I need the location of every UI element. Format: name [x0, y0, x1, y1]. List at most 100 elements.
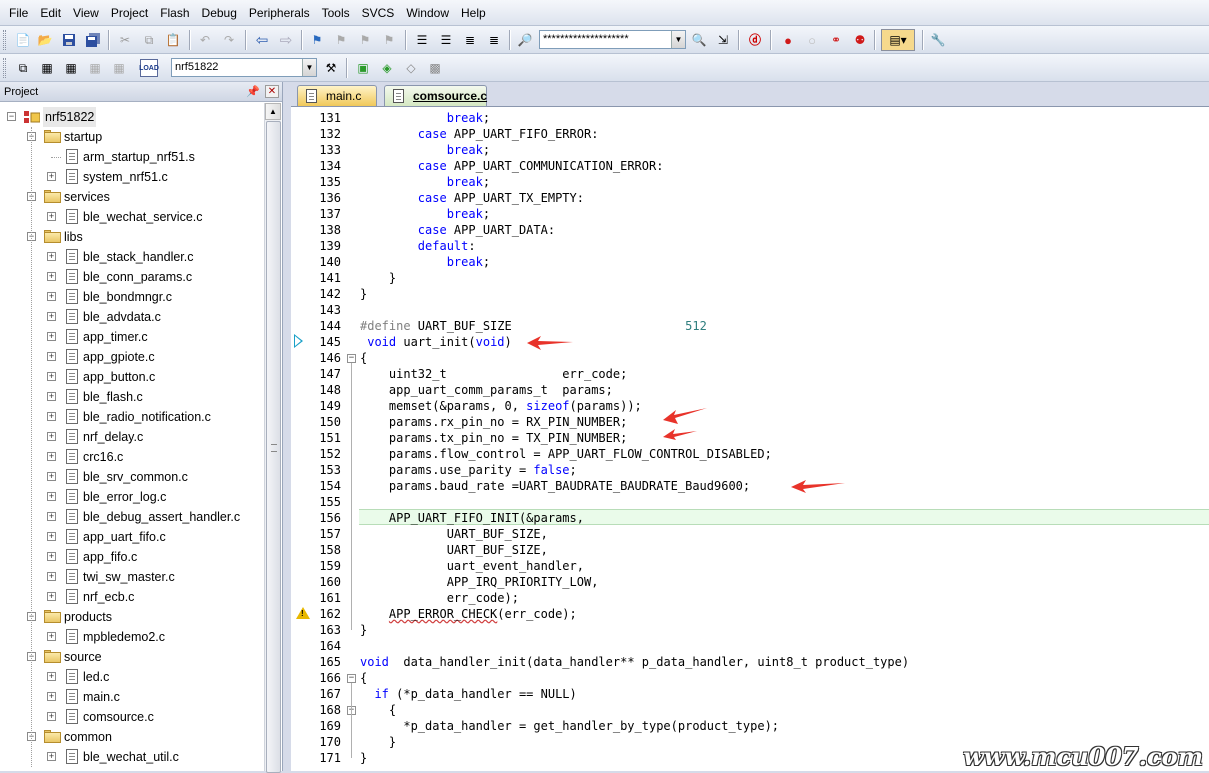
code-text[interactable]: app_uart_comm_params_t params;	[360, 382, 1209, 398]
scrollbar-thumb[interactable]	[266, 121, 281, 773]
code-text[interactable]: }	[360, 270, 1209, 286]
save-all-icon[interactable]	[84, 31, 102, 49]
tree-file[interactable]: + ble_wechat_util.c	[0, 747, 264, 767]
code-line[interactable]: 147 uint32_t err_code;	[291, 366, 1209, 382]
code-text[interactable]: APP_ERROR_CHECK(err_code);	[360, 606, 1209, 622]
expand-icon[interactable]: +	[47, 252, 56, 261]
navigate-back-icon[interactable]: ⇦	[253, 31, 271, 49]
menu-edit[interactable]: Edit	[34, 3, 67, 23]
run-time-env-icon[interactable]: ◇	[402, 59, 420, 77]
code-line[interactable]: 167 if (*p_data_handler == NULL)	[291, 686, 1209, 702]
tree-file[interactable]: + led.c	[0, 667, 264, 687]
expand-icon[interactable]: +	[47, 752, 56, 761]
bookmark-next-icon[interactable]: ⚑	[356, 31, 374, 49]
code-line[interactable]: 139 default:	[291, 238, 1209, 254]
expand-icon[interactable]: +	[47, 512, 56, 521]
tree-file[interactable]: + mpbledemo2.c	[0, 627, 264, 647]
expand-icon[interactable]: +	[47, 432, 56, 441]
code-line[interactable]: 134 case APP_UART_COMMUNICATION_ERROR:	[291, 158, 1209, 174]
code-line[interactable]: 133 break;	[291, 142, 1209, 158]
manage-components-icon[interactable]: ▣	[354, 59, 372, 77]
tree-file[interactable]: + system_nrf51.c	[0, 167, 264, 187]
load-icon[interactable]: LOAD	[139, 59, 159, 77]
expand-icon[interactable]: +	[47, 412, 56, 421]
configure-icon[interactable]: 🔧	[929, 31, 947, 49]
code-text[interactable]: uart_event_handler,	[360, 558, 1209, 574]
toolbar-grip[interactable]	[3, 30, 6, 50]
collapse-icon[interactable]: −	[7, 112, 16, 121]
expand-icon[interactable]: +	[47, 312, 56, 321]
code-text[interactable]: params.use_parity = false;	[360, 462, 1209, 478]
code-line[interactable]: 153 params.use_parity = false;	[291, 462, 1209, 478]
warning-icon[interactable]: !	[296, 607, 310, 619]
expand-icon[interactable]: +	[47, 292, 56, 301]
fold-collapse-icon[interactable]: −	[347, 354, 356, 363]
code-line[interactable]: 141 }	[291, 270, 1209, 286]
expand-icon[interactable]: +	[47, 372, 56, 381]
code-line[interactable]: 156 APP_UART_FIFO_INIT(&params,	[291, 510, 1209, 526]
menu-file[interactable]: File	[3, 3, 34, 23]
code-line[interactable]: 165 void data_handler_init(data_handler**…	[291, 654, 1209, 670]
expand-icon[interactable]: +	[47, 272, 56, 281]
cut-icon[interactable]: ✂	[116, 31, 134, 49]
menu-tools[interactable]: Tools	[316, 3, 356, 23]
code-text[interactable]: void uart_init(void)	[360, 334, 1209, 350]
tree-file[interactable]: + ble_debug_assert_handler.c	[0, 507, 264, 527]
expand-icon[interactable]: +	[47, 172, 56, 181]
code-text[interactable]: case APP_UART_DATA:	[360, 222, 1209, 238]
menu-flash[interactable]: Flash	[154, 3, 195, 23]
code-line[interactable]: 150 params.rx_pin_no = RX_PIN_NUMBER;	[291, 414, 1209, 430]
tree-file[interactable]: + twi_sw_master.c	[0, 567, 264, 587]
tree-file[interactable]: + ble_flash.c	[0, 387, 264, 407]
find-icon[interactable]: 🔍	[690, 31, 708, 49]
code-text[interactable]: {	[360, 702, 1209, 718]
tree-file[interactable]: + ble_bondmngr.c	[0, 287, 264, 307]
target-options-icon[interactable]: ⚒	[322, 59, 340, 77]
code-line[interactable]: 143	[291, 302, 1209, 318]
tree-folder[interactable]: − products	[0, 607, 264, 627]
code-text[interactable]: {	[360, 350, 1209, 366]
expand-icon[interactable]: +	[47, 672, 56, 681]
menu-peripherals[interactable]: Peripherals	[243, 3, 316, 23]
toolbar-grip[interactable]	[3, 58, 6, 78]
code-text[interactable]: break;	[360, 254, 1209, 270]
menu-window[interactable]: Window	[400, 3, 455, 23]
expand-icon[interactable]: +	[47, 472, 56, 481]
code-line[interactable]: 159 uart_event_handler,	[291, 558, 1209, 574]
code-line[interactable]: 138 case APP_UART_DATA:	[291, 222, 1209, 238]
code-line[interactable]: 161 err_code);	[291, 590, 1209, 606]
tree-folder[interactable]: − startup	[0, 127, 264, 147]
tree-file[interactable]: + ble_srv_common.c	[0, 467, 264, 487]
bookmark-prev-icon[interactable]: ⚑	[332, 31, 350, 49]
batch-build-icon[interactable]: ▦	[86, 59, 104, 77]
incremental-find-icon[interactable]: ⇲	[714, 31, 732, 49]
code-text[interactable]	[360, 302, 1209, 318]
menu-project[interactable]: Project	[105, 3, 154, 23]
tree-folder[interactable]: − source	[0, 647, 264, 667]
tree-file[interactable]: + nrf_ecb.c	[0, 587, 264, 607]
tree-file[interactable]: + app_timer.c	[0, 327, 264, 347]
code-text[interactable]: break;	[360, 206, 1209, 222]
menu-view[interactable]: View	[67, 3, 105, 23]
code-text[interactable]: {	[360, 670, 1209, 686]
tree-file[interactable]: + app_gpiote.c	[0, 347, 264, 367]
code-line[interactable]: 158 UART_BUF_SIZE,	[291, 542, 1209, 558]
stop-build-icon[interactable]: ▦	[110, 59, 128, 77]
redo-icon[interactable]: ↷	[220, 31, 238, 49]
expand-icon[interactable]: +	[47, 692, 56, 701]
code-line[interactable]: 169 *p_data_handler = get_handler_by_typ…	[291, 718, 1209, 734]
code-line[interactable]: 152 params.flow_control = APP_UART_FLOW_…	[291, 446, 1209, 462]
code-text[interactable]: break;	[360, 174, 1209, 190]
code-text[interactable]: }	[360, 622, 1209, 638]
code-editor[interactable]: 131 break; 132 case APP_UART_FIFO_ERROR: 1…	[291, 106, 1209, 771]
code-text[interactable]: params.flow_control = APP_UART_FLOW_CONT…	[360, 446, 1209, 462]
debug-start-icon[interactable]: ⓓ	[746, 31, 764, 49]
build-icon[interactable]: ▦	[38, 59, 56, 77]
pin-icon[interactable]: 📌	[246, 85, 260, 98]
code-text[interactable]: params.rx_pin_no = RX_PIN_NUMBER;	[360, 414, 1209, 430]
bookmark-toggle-icon[interactable]: ⚑	[308, 31, 326, 49]
chevron-down-icon[interactable]: ▼	[671, 31, 685, 48]
select-packs-icon[interactable]: ◈	[378, 59, 396, 77]
new-file-icon[interactable]: 📄	[14, 31, 32, 49]
bookmark-clear-icon[interactable]: ⚑	[380, 31, 398, 49]
